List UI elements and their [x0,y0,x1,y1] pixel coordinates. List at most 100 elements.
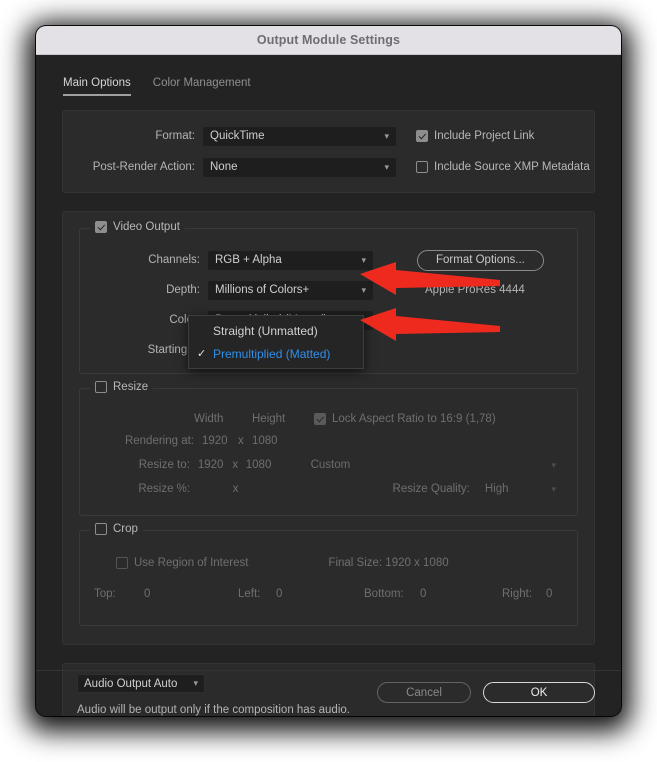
video-settings-panel: Video Output Channels: RGB + Alpha ▾ For… [62,211,595,645]
annotation-arrow-top [360,262,500,295]
resize-header-row: Width Height Lock Aspect Ratio to 16:9 (… [94,409,563,429]
channels-label: Channels: [148,254,200,266]
menu-item-premultiplied-matted-label: Premultiplied (Matted) [213,346,331,361]
crop-group: Crop Use Region of Interest Final Size: … [79,523,578,626]
checkbox-icon [416,161,428,173]
resize-label: Resize [113,381,149,393]
checkbox-icon [314,413,326,425]
annotation-arrow-bottom [360,308,500,341]
include-project-link-checkbox[interactable]: Include Project Link [416,130,534,142]
dialog-footer: Cancel OK [36,670,621,716]
times-symbol: x [232,483,239,495]
rendering-width-value: 1920 [202,435,228,447]
resize-quality-select[interactable]: High ▾ [478,480,563,499]
crop-left-value[interactable]: 0 [270,588,364,600]
final-size-text: Final Size: 1920 x 1080 [328,557,449,569]
lock-aspect-ratio-label: Lock Aspect Ratio to 16:9 (1,78) [332,413,496,425]
dialog-body: Main Options Color Management Format: Qu… [36,55,621,716]
dialog-titlebar: Output Module Settings [36,26,621,55]
format-select[interactable]: QuickTime ▾ [203,126,396,146]
resize-preset-value: Custom [310,459,351,471]
crop-right-value[interactable]: 0 [540,588,552,600]
crop-bottom-label: Bottom: [364,588,404,600]
tab-main-options-label: Main Options [63,77,131,89]
resize-toggle[interactable]: Resize [90,381,154,393]
rendering-height-value: 1080 [252,435,278,447]
ok-button[interactable]: OK [483,682,595,703]
tab-bar: Main Options Color Management [36,55,621,96]
menu-item-straight-unmatted[interactable]: Straight (Unmatted) [189,319,363,342]
crop-label: Crop [113,523,138,535]
rendering-at-row: Rendering at: 1920 x 1080 [94,429,563,453]
include-xmp-label: Include Source XMP Metadata [434,161,590,173]
ok-button-label: OK [530,686,548,699]
color-dropdown-menu[interactable]: Straight (Unmatted) ✓ Premultiplied (Mat… [188,315,364,369]
post-render-select-value: None [210,161,238,173]
post-render-select[interactable]: None ▾ [203,157,396,177]
checkbox-icon [116,557,128,569]
lock-aspect-ratio-checkbox[interactable]: Lock Aspect Ratio to 16:9 (1,78) [314,413,496,425]
checkbox-icon [95,381,107,393]
crop-left-label: Left: [238,588,261,600]
region-of-interest-row: Use Region of Interest Final Size: 1920 … [94,551,563,575]
times-symbol: x [232,459,239,471]
times-symbol: x [238,435,244,447]
tab-main-options[interactable]: Main Options [63,77,131,96]
post-render-row: Post-Render Action: None ▾ Include Sourc… [63,154,594,180]
output-module-settings-dialog: Output Module Settings Main Options Colo… [36,26,621,716]
crop-top-value[interactable]: 0 [138,588,238,600]
resize-preset-select[interactable]: Custom ▾ [304,456,563,475]
cancel-button-label: Cancel [406,686,442,699]
channels-select-value: RGB + Alpha [215,254,282,266]
width-header: Width [194,413,224,425]
resize-percent-row: Resize %: x Resize Quality: High ▾ [94,477,563,501]
menu-item-straight-unmatted-label: Straight (Unmatted) [213,323,318,338]
resize-to-label: Resize to: [138,459,190,471]
tab-color-management[interactable]: Color Management [153,77,251,96]
rendering-at-label: Rendering at: [124,435,194,447]
format-panel: Format: QuickTime ▾ Include Project Link… [62,110,595,193]
crop-values-row: Top: 0 Left: 0 Bottom: 0 Right: 0 [94,581,563,607]
resize-to-height-input[interactable]: 1080 [246,459,296,471]
include-xmp-checkbox[interactable]: Include Source XMP Metadata [416,161,590,173]
crop-bottom-value[interactable]: 0 [414,588,502,600]
check-icon: ✓ [197,348,207,360]
chevron-down-icon: ▾ [384,161,389,172]
resize-percent-label: Resize %: [138,483,191,495]
starting-number-label: Starting #: [147,344,200,356]
crop-top-label: Top: [94,588,116,600]
crop-right-label: Right: [502,588,533,600]
chevron-down-icon: ▾ [551,459,556,470]
format-select-value: QuickTime [210,130,265,142]
format-row: Format: QuickTime ▾ Include Project Link [63,123,594,149]
channels-select[interactable]: RGB + Alpha ▾ [208,250,373,270]
video-output-label: Video Output [113,221,180,233]
resize-quality-label: Resize Quality: [392,483,470,495]
checkbox-icon [95,221,107,233]
checkbox-icon [95,523,107,535]
tab-color-management-label: Color Management [152,77,251,89]
depth-label: Depth: [166,284,200,296]
crop-toggle[interactable]: Crop [90,523,143,535]
menu-item-premultiplied-matted[interactable]: ✓ Premultiplied (Matted) [189,342,363,365]
resize-quality-value: High [484,483,509,495]
color-label: Color: [169,314,200,326]
dialog-title: Output Module Settings [256,33,401,47]
resize-to-width-input[interactable]: 1920 [190,459,233,471]
use-region-of-interest-checkbox[interactable]: Use Region of Interest [116,557,248,569]
chevron-down-icon: ▾ [551,483,556,494]
format-label: Format: [155,130,195,142]
height-header: Height [252,413,286,425]
include-project-link-label: Include Project Link [434,130,535,142]
resize-to-row: Resize to: 1920 x 1080 Custom ▾ [94,453,563,477]
depth-select-value: Millions of Colors+ [215,284,310,296]
depth-select[interactable]: Millions of Colors+ ▾ [208,280,373,300]
video-output-toggle[interactable]: Video Output [90,221,185,233]
resize-group: Resize Width Height Lock Aspect Ratio to… [79,381,578,516]
post-render-label: Post-Render Action: [92,161,195,173]
use-region-of-interest-label: Use Region of Interest [134,557,249,569]
screenshot-stage: Output Module Settings Main Options Colo… [0,0,657,762]
cancel-button[interactable]: Cancel [377,682,471,703]
checkbox-icon [416,130,428,142]
chevron-down-icon: ▾ [384,130,389,141]
